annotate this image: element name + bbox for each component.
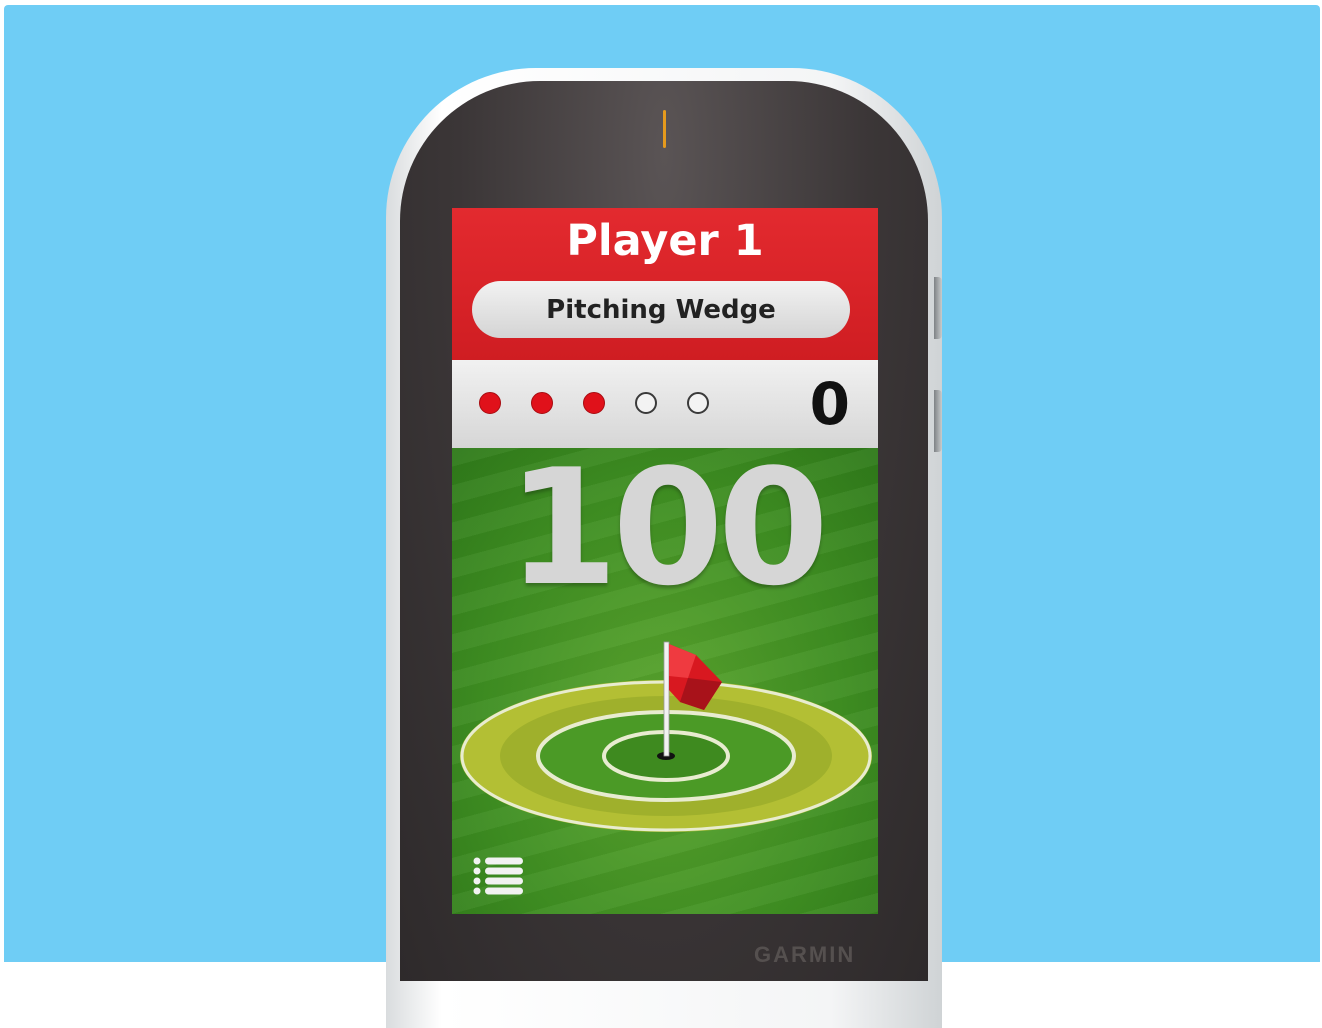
menu-list-icon[interactable] (472, 856, 524, 896)
status-led (663, 110, 666, 148)
side-button-lower[interactable] (934, 390, 942, 452)
brand-logo: GARMIN (754, 942, 856, 967)
side-button-upper[interactable] (934, 277, 942, 339)
distance-readout: 100 (507, 434, 829, 621)
device-screen: Player 1 Pitching Wedge 0 100 (452, 208, 878, 914)
